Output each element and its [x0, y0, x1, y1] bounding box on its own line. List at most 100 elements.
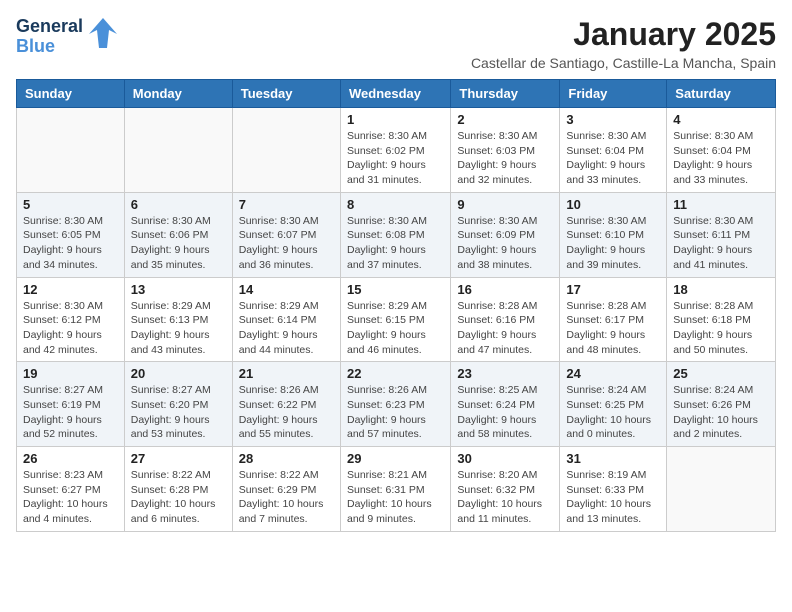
- day-info: Sunrise: 8:29 AM Sunset: 6:14 PM Dayligh…: [239, 299, 334, 358]
- day-number: 29: [347, 451, 444, 466]
- day-info: Sunrise: 8:28 AM Sunset: 6:16 PM Dayligh…: [457, 299, 553, 358]
- day-info: Sunrise: 8:30 AM Sunset: 6:10 PM Dayligh…: [566, 214, 660, 273]
- calendar-day-cell: [232, 108, 340, 193]
- calendar-day-cell: 13 Sunrise: 8:29 AM Sunset: 6:13 PM Dayli…: [124, 277, 232, 362]
- day-info: Sunrise: 8:30 AM Sunset: 6:04 PM Dayligh…: [566, 129, 660, 188]
- day-info: Sunrise: 8:20 AM Sunset: 6:32 PM Dayligh…: [457, 468, 553, 527]
- calendar-day-cell: 25Sunrise: 8:24 AM Sunset: 6:26 PM Dayli…: [667, 362, 776, 447]
- calendar-week-row: 5 Sunrise: 8:30 AM Sunset: 6:05 PM Daylig…: [17, 192, 776, 277]
- day-number: 25: [673, 366, 769, 381]
- calendar-day-cell: 27Sunrise: 8:22 AM Sunset: 6:28 PM Dayli…: [124, 447, 232, 532]
- month-title: January 2025: [471, 16, 776, 53]
- day-of-week-header: Tuesday: [232, 80, 340, 108]
- day-number: 31: [566, 451, 660, 466]
- day-number: 21: [239, 366, 334, 381]
- day-info: Sunrise: 8:22 AM Sunset: 6:29 PM Dayligh…: [239, 468, 334, 527]
- day-number: 18: [673, 282, 769, 297]
- day-of-week-header: Sunday: [17, 80, 125, 108]
- calendar-week-row: 26 Sunrise: 8:23 AM Sunset: 6:27 PM Dayli…: [17, 447, 776, 532]
- day-info: Sunrise: 8:30 AM Sunset: 6:05 PM Dayligh…: [23, 214, 118, 273]
- calendar-day-cell: 28 Sunrise: 8:22 AM Sunset: 6:29 PM Dayli…: [232, 447, 340, 532]
- day-number: 8: [347, 197, 444, 212]
- day-number: 16: [457, 282, 553, 297]
- day-info: Sunrise: 8:26 AM Sunset: 6:23 PM Dayligh…: [347, 383, 444, 442]
- logo-blue: Blue: [16, 37, 83, 57]
- calendar-day-cell: 6Sunrise: 8:30 AM Sunset: 6:06 PM Daylig…: [124, 192, 232, 277]
- calendar-week-row: 1Sunrise: 8:30 AM Sunset: 6:02 PM Daylig…: [17, 108, 776, 193]
- page-header: General Blue January 2025 Castellar de S…: [16, 16, 776, 71]
- calendar-day-cell: 22 Sunrise: 8:26 AM Sunset: 6:23 PM Dayli…: [340, 362, 450, 447]
- day-info: Sunrise: 8:30 AM Sunset: 6:08 PM Dayligh…: [347, 214, 444, 273]
- day-number: 22: [347, 366, 444, 381]
- day-info: Sunrise: 8:28 AM Sunset: 6:18 PM Dayligh…: [673, 299, 769, 358]
- day-info: Sunrise: 8:19 AM Sunset: 6:33 PM Dayligh…: [566, 468, 660, 527]
- calendar-day-cell: 26 Sunrise: 8:23 AM Sunset: 6:27 PM Dayli…: [17, 447, 125, 532]
- calendar-day-cell: 1Sunrise: 8:30 AM Sunset: 6:02 PM Daylig…: [340, 108, 450, 193]
- day-of-week-header: Thursday: [451, 80, 560, 108]
- day-info: Sunrise: 8:27 AM Sunset: 6:19 PM Dayligh…: [23, 383, 118, 442]
- day-number: 17: [566, 282, 660, 297]
- day-of-week-header: Wednesday: [340, 80, 450, 108]
- day-number: 15: [347, 282, 444, 297]
- calendar-day-cell: 18 Sunrise: 8:28 AM Sunset: 6:18 PM Dayli…: [667, 277, 776, 362]
- day-number: 28: [239, 451, 334, 466]
- calendar-day-cell: 3 Sunrise: 8:30 AM Sunset: 6:04 PM Daylig…: [560, 108, 667, 193]
- day-number: 1: [347, 112, 444, 127]
- day-info: Sunrise: 8:30 AM Sunset: 6:11 PM Dayligh…: [673, 214, 769, 273]
- day-number: 14: [239, 282, 334, 297]
- day-number: 27: [131, 451, 226, 466]
- calendar-day-cell: 29Sunrise: 8:21 AM Sunset: 6:31 PM Dayli…: [340, 447, 450, 532]
- day-number: 5: [23, 197, 118, 212]
- calendar-day-cell: 11 Sunrise: 8:30 AM Sunset: 6:11 PM Dayli…: [667, 192, 776, 277]
- calendar-day-cell: 24 Sunrise: 8:24 AM Sunset: 6:25 PM Dayli…: [560, 362, 667, 447]
- day-number: 3: [566, 112, 660, 127]
- day-info: Sunrise: 8:30 AM Sunset: 6:04 PM Dayligh…: [673, 129, 769, 188]
- day-number: 12: [23, 282, 118, 297]
- calendar-day-cell: 16 Sunrise: 8:28 AM Sunset: 6:16 PM Dayli…: [451, 277, 560, 362]
- calendar-day-cell: 17 Sunrise: 8:28 AM Sunset: 6:17 PM Dayli…: [560, 277, 667, 362]
- day-number: 2: [457, 112, 553, 127]
- calendar-day-cell: 10 Sunrise: 8:30 AM Sunset: 6:10 PM Dayli…: [560, 192, 667, 277]
- calendar-day-cell: 20Sunrise: 8:27 AM Sunset: 6:20 PM Dayli…: [124, 362, 232, 447]
- day-number: 13: [131, 282, 226, 297]
- day-info: Sunrise: 8:25 AM Sunset: 6:24 PM Dayligh…: [457, 383, 553, 442]
- calendar-day-cell: 8 Sunrise: 8:30 AM Sunset: 6:08 PM Daylig…: [340, 192, 450, 277]
- day-number: 26: [23, 451, 118, 466]
- day-info: Sunrise: 8:27 AM Sunset: 6:20 PM Dayligh…: [131, 383, 226, 442]
- calendar-week-row: 12 Sunrise: 8:30 AM Sunset: 6:12 PM Dayli…: [17, 277, 776, 362]
- day-number: 9: [457, 197, 553, 212]
- day-number: 23: [457, 366, 553, 381]
- location-subtitle: Castellar de Santiago, Castille-La Manch…: [471, 55, 776, 71]
- calendar-day-cell: 21Sunrise: 8:26 AM Sunset: 6:22 PM Dayli…: [232, 362, 340, 447]
- calendar-day-cell: 12 Sunrise: 8:30 AM Sunset: 6:12 PM Dayli…: [17, 277, 125, 362]
- calendar-day-cell: 23 Sunrise: 8:25 AM Sunset: 6:24 PM Dayli…: [451, 362, 560, 447]
- day-number: 10: [566, 197, 660, 212]
- calendar-day-cell: [667, 447, 776, 532]
- day-number: 11: [673, 197, 769, 212]
- day-info: Sunrise: 8:30 AM Sunset: 6:12 PM Dayligh…: [23, 299, 118, 358]
- logo: General Blue: [16, 16, 119, 57]
- day-info: Sunrise: 8:28 AM Sunset: 6:17 PM Dayligh…: [566, 299, 660, 358]
- day-info: Sunrise: 8:30 AM Sunset: 6:06 PM Dayligh…: [131, 214, 226, 273]
- day-number: 4: [673, 112, 769, 127]
- calendar-table: SundayMondayTuesdayWednesdayThursdayFrid…: [16, 79, 776, 532]
- calendar-header-row: SundayMondayTuesdayWednesdayThursdayFrid…: [17, 80, 776, 108]
- day-info: Sunrise: 8:24 AM Sunset: 6:25 PM Dayligh…: [566, 383, 660, 442]
- day-info: Sunrise: 8:30 AM Sunset: 6:09 PM Dayligh…: [457, 214, 553, 273]
- day-number: 24: [566, 366, 660, 381]
- calendar-day-cell: 31 Sunrise: 8:19 AM Sunset: 6:33 PM Dayli…: [560, 447, 667, 532]
- day-of-week-header: Friday: [560, 80, 667, 108]
- calendar-day-cell: [17, 108, 125, 193]
- calendar-day-cell: 5 Sunrise: 8:30 AM Sunset: 6:05 PM Daylig…: [17, 192, 125, 277]
- calendar-day-cell: 15Sunrise: 8:29 AM Sunset: 6:15 PM Dayli…: [340, 277, 450, 362]
- day-info: Sunrise: 8:23 AM Sunset: 6:27 PM Dayligh…: [23, 468, 118, 527]
- title-area: January 2025 Castellar de Santiago, Cast…: [471, 16, 776, 71]
- day-number: 19: [23, 366, 118, 381]
- logo-bird-icon: [87, 16, 119, 57]
- calendar-day-cell: [124, 108, 232, 193]
- day-number: 7: [239, 197, 334, 212]
- calendar-day-cell: 2Sunrise: 8:30 AM Sunset: 6:03 PM Daylig…: [451, 108, 560, 193]
- calendar-day-cell: 19 Sunrise: 8:27 AM Sunset: 6:19 PM Dayli…: [17, 362, 125, 447]
- calendar-week-row: 19 Sunrise: 8:27 AM Sunset: 6:19 PM Dayli…: [17, 362, 776, 447]
- day-info: Sunrise: 8:29 AM Sunset: 6:13 PM Dayligh…: [131, 299, 226, 358]
